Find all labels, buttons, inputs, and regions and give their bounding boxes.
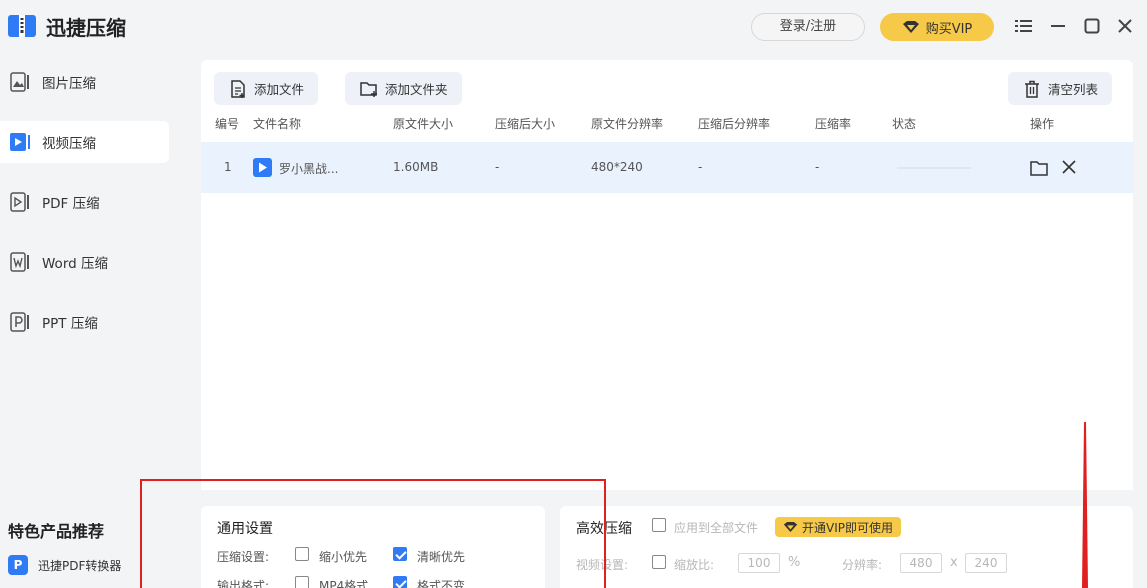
sidebar-item-label: Word 压缩 — [42, 256, 108, 272]
efficient-compress-title: 高效压缩 — [576, 521, 632, 537]
video-play-icon — [253, 158, 272, 177]
login-register-button[interactable]: 登录/注册 — [751, 13, 865, 41]
add-folder-label: 添加文件夹 — [385, 82, 448, 97]
open-vip-tag[interactable]: 开通VIP即可使用 — [775, 517, 901, 537]
maximize-icon[interactable] — [1080, 14, 1104, 38]
clarity-first-label: 清晰优先 — [417, 550, 466, 564]
output-format-label: 输出格式: — [217, 579, 270, 588]
pdf-file-icon — [10, 192, 29, 212]
close-window-icon[interactable] — [1113, 14, 1137, 38]
mp4-format-label: MP4格式 — [319, 579, 369, 588]
folder-open-icon[interactable] — [1029, 158, 1049, 178]
keep-format-checkbox[interactable] — [393, 576, 407, 588]
clarity-first-checkbox[interactable] — [393, 547, 407, 561]
app-logo-icon — [8, 15, 36, 37]
col-header-orig-res: 原文件分辨率 — [591, 117, 664, 131]
video-setting-label: 视频设置: — [576, 558, 629, 572]
sidebar-item-pdf[interactable]: PDF 压缩 — [0, 181, 169, 223]
clear-list-button[interactable]: 清空列表 — [1008, 72, 1113, 105]
menu-list-icon[interactable] — [1012, 14, 1036, 38]
open-vip-label: 开通VIP即可使用 — [802, 520, 893, 535]
times-label: x — [950, 555, 958, 570]
compress-setting-label: 压缩设置: — [217, 550, 270, 564]
smaller-first-checkbox[interactable] — [295, 547, 309, 561]
mp4-format-checkbox[interactable] — [295, 576, 309, 588]
scale-checkbox[interactable] — [652, 555, 666, 569]
sidebar-item-word[interactable]: Word 压缩 — [0, 241, 169, 283]
pdf-converter-icon: P — [8, 555, 28, 575]
trash-icon — [1025, 80, 1039, 98]
col-header-status: 状态 — [892, 117, 917, 131]
ppt-file-icon — [10, 312, 29, 332]
promo-title: 特色产品推荐 — [8, 522, 105, 541]
sidebar-item-video[interactable]: 视频压缩 — [0, 121, 169, 163]
table-row[interactable]: 1 罗小黑战... 1.60MB - 480*240 - - — [201, 142, 1133, 193]
row-file-name: 罗小黑战... — [279, 162, 339, 176]
promo-item-label: 迅捷PDF转换器 — [38, 558, 122, 573]
add-folder-icon — [360, 81, 377, 97]
col-header-orig-size: 原文件大小 — [393, 117, 454, 131]
diamond-icon — [902, 21, 919, 33]
app-title: 迅捷压缩 — [46, 16, 126, 40]
general-settings-title: 通用设置 — [217, 521, 273, 537]
file-list-panel: 添加文件 添加文件夹 清空列表 编号 文件名称 原文件大小 压缩后大小 原文件分… — [201, 60, 1133, 490]
sidebar-item-ppt[interactable]: PPT 压缩 — [0, 301, 169, 343]
col-header-comp-size: 压缩后大小 — [495, 117, 556, 131]
col-header-index: 编号 — [215, 117, 240, 131]
general-settings-panel: 通用设置 压缩设置: 缩小优先 清晰优先 输出格式: MP4格式 格式不变 — [201, 506, 545, 588]
buy-vip-label: 购买VIP — [925, 21, 973, 37]
clear-list-label: 清空列表 — [1048, 82, 1099, 97]
sidebar-item-label: PDF 压缩 — [42, 196, 100, 212]
row-orig-size: 1.60MB — [393, 160, 439, 174]
title-bar: 迅捷压缩 登录/注册 购买VIP — [0, 0, 1147, 54]
col-header-ratio: 压缩率 — [815, 117, 852, 131]
add-file-label: 添加文件 — [254, 82, 305, 97]
scale-label: 缩放比: — [674, 558, 715, 572]
add-folder-button[interactable]: 添加文件夹 — [345, 72, 462, 105]
percent-label: % — [788, 555, 801, 570]
sidebar-item-label: PPT 压缩 — [42, 316, 98, 332]
sidebar: 图片压缩 视频压缩 PDF 压缩 Word 压缩 PPT 压缩 特色产品推荐 P… — [0, 54, 180, 588]
remove-row-icon[interactable] — [1061, 159, 1077, 175]
resolution-label: 分辨率: — [842, 558, 883, 572]
keep-format-label: 格式不变 — [417, 579, 466, 588]
apply-all-label: 应用到全部文件 — [674, 521, 759, 535]
sidebar-item-label: 视频压缩 — [42, 136, 96, 152]
add-file-button[interactable]: 添加文件 — [214, 72, 319, 105]
word-file-icon — [10, 252, 29, 272]
video-file-icon — [10, 133, 30, 151]
buy-vip-button[interactable]: 购买VIP — [880, 13, 994, 41]
row-status-progress — [897, 167, 971, 169]
row-orig-res: 480*240 — [591, 160, 643, 174]
col-header-actions: 操作 — [1030, 117, 1055, 131]
row-ratio: - — [815, 160, 820, 174]
scale-input[interactable]: 100 — [738, 553, 780, 573]
promo-pdf-converter[interactable]: P 迅捷PDF转换器 — [8, 555, 121, 575]
minimize-icon[interactable] — [1046, 14, 1070, 38]
col-header-comp-res: 压缩后分辨率 — [698, 117, 771, 131]
image-file-icon — [10, 72, 29, 92]
col-header-name: 文件名称 — [253, 117, 302, 131]
row-comp-size: - — [495, 160, 500, 174]
resolution-width-input[interactable]: 480 — [900, 553, 942, 573]
sidebar-item-label: 图片压缩 — [42, 76, 96, 92]
apply-all-checkbox[interactable] — [652, 518, 666, 532]
resolution-height-input[interactable]: 240 — [965, 553, 1007, 573]
diamond-icon — [783, 522, 798, 532]
row-comp-res: - — [698, 160, 703, 174]
add-file-icon — [231, 79, 245, 98]
sidebar-item-image[interactable]: 图片压缩 — [0, 61, 169, 103]
row-index: 1 — [224, 160, 232, 174]
smaller-first-label: 缩小优先 — [319, 550, 368, 564]
